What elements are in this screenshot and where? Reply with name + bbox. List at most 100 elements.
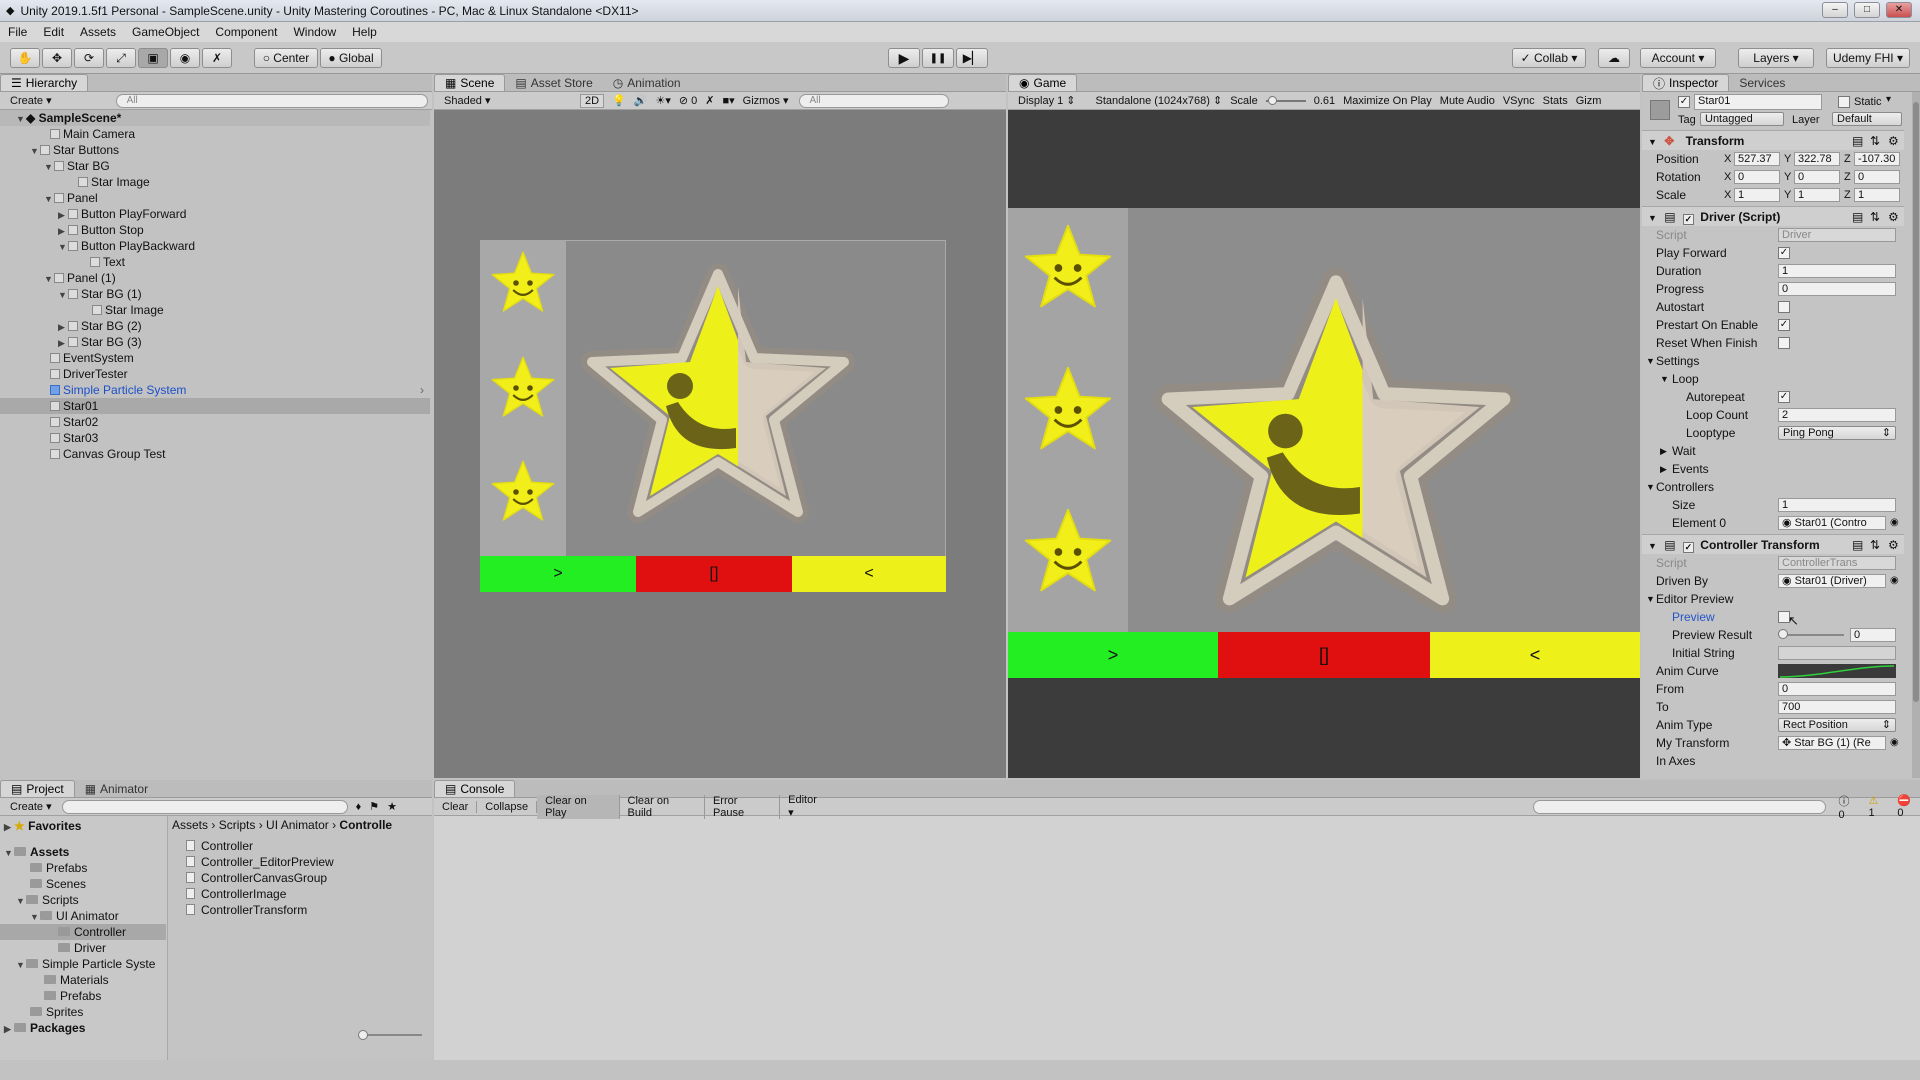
pivot-global-button[interactable]: ● Global [320, 48, 382, 68]
hierarchy-item[interactable]: Star03 [0, 430, 430, 446]
stop-button[interactable]: [] [1218, 632, 1430, 678]
slider-thumb[interactable] [358, 1030, 368, 1040]
rect-tool-icon[interactable]: ▣ [138, 48, 168, 68]
tab-animation[interactable]: ◷ Animation [603, 74, 691, 91]
script-file[interactable]: ControllerCanvasGroup [186, 870, 327, 886]
console-clear-on-play-toggle[interactable]: Clear on Play [537, 794, 620, 819]
gizmos-dropdown[interactable]: Gizmos ▾ [743, 94, 789, 107]
play-backward-button[interactable]: < [1430, 632, 1640, 678]
tab-hierarchy[interactable]: ☰ Hierarchy [0, 74, 89, 91]
tab-asset-store[interactable]: ▤ Asset Store [505, 74, 602, 91]
gear-icon[interactable]: ⚙ [1888, 131, 1899, 151]
rotation-y-field[interactable]: 0 [1794, 170, 1840, 184]
project-tree-item[interactable]: ▼ Scripts [16, 892, 79, 908]
stats-toggle[interactable]: Stats [1543, 95, 1568, 107]
minimize-button[interactable]: – [1822, 2, 1848, 18]
project-tree-item[interactable]: Sprites [30, 1004, 83, 1020]
project-create-dropdown[interactable]: Create ▾ [10, 800, 52, 813]
hierarchy-item[interactable]: ▼ Star Buttons [0, 142, 430, 158]
light-icon[interactable]: 💡 [612, 94, 626, 107]
script-file[interactable]: Controller_EditorPreview [186, 854, 334, 870]
autostart-checkbox[interactable] [1778, 301, 1790, 313]
size-field[interactable]: 1 [1778, 498, 1896, 512]
position-z-field[interactable]: -107.30 [1854, 152, 1900, 166]
transform-header[interactable]: ▼ ✥ Transform ▤ ⇅ ⚙ [1642, 130, 1904, 150]
error-count-toggle[interactable]: ⛔ 0 [1897, 794, 1920, 819]
static-dropdown-icon[interactable]: ▾ [1886, 94, 1891, 105]
help-icon[interactable]: ▤ [1852, 535, 1863, 555]
autorepeat-checkbox[interactable]: ✓ [1778, 391, 1790, 403]
play-backward-button[interactable]: < [792, 556, 946, 592]
slider-thumb[interactable] [1267, 95, 1277, 105]
project-tree-item[interactable]: Prefabs [44, 988, 101, 1004]
console-error-pause-toggle[interactable]: Error Pause [705, 794, 781, 819]
tab-services[interactable]: Services [1729, 74, 1795, 91]
console-clear-on-build-toggle[interactable]: Clear on Build [620, 794, 705, 819]
console-search-input[interactable] [1533, 799, 1827, 814]
effects-icon[interactable]: ☀▾ [655, 94, 670, 107]
rotation-x-field[interactable]: 0 [1734, 170, 1780, 184]
breadcrumb-controller[interactable]: Controlle [339, 818, 392, 832]
hierarchy-item[interactable]: ▼ Star BG [0, 158, 430, 174]
slider-thumb[interactable] [1778, 629, 1788, 639]
scene-viewport[interactable]: > [] < [434, 110, 1006, 778]
gear-icon[interactable]: ⚙ [1888, 535, 1899, 555]
project-tree-item-selected[interactable]: Controller [0, 924, 166, 940]
play-forward-button[interactable]: > [1008, 632, 1218, 678]
tab-scene[interactable]: ▦ Scene [434, 74, 506, 91]
my-transform-field[interactable]: ✥ Star BG (1) (Re [1778, 736, 1886, 750]
shading-dropdown[interactable]: Shaded ▾ [444, 94, 564, 107]
project-tree-item[interactable]: ▼ Simple Particle Syste [16, 956, 155, 972]
duration-field[interactable]: 1 [1778, 264, 1896, 278]
gizmos-toggle[interactable]: Gizm [1576, 95, 1602, 107]
inspector-scrollbar[interactable] [1912, 92, 1920, 778]
help-icon[interactable]: ▤ [1852, 131, 1863, 151]
scrollbar-thumb[interactable] [1913, 102, 1919, 702]
preset-icon[interactable]: ⇅ [1870, 207, 1880, 227]
hierarchy-item[interactable]: ▶ Star BG (3) [0, 334, 430, 350]
settings-foldout[interactable]: ▼ Settings [1642, 352, 1904, 370]
account-dropdown[interactable]: Account ▾ [1640, 48, 1716, 68]
tag-dropdown[interactable]: Untagged [1700, 112, 1784, 126]
driven-by-field[interactable]: ◉ Star01 (Driver) [1778, 574, 1886, 588]
hidden-objects-icon[interactable]: ⊘ 0 [679, 94, 697, 107]
scene-search-input[interactable]: All [798, 93, 949, 108]
layout-dropdown[interactable]: Udemy FHI ▾ [1826, 48, 1910, 68]
position-y-field[interactable]: 322.78 [1794, 152, 1840, 166]
warning-count-toggle[interactable]: ⚠ 1 [1868, 794, 1887, 819]
preset-icon[interactable]: ⇅ [1870, 131, 1880, 151]
camera-icon[interactable]: ■▾ [722, 94, 734, 107]
info-count-toggle[interactable]: ⓘ 0 [1838, 793, 1858, 821]
driver-enabled-checkbox[interactable]: ✓ [1682, 214, 1694, 225]
console-editor-dropdown[interactable]: Editor ▾ [780, 794, 833, 819]
hierarchy-search-input[interactable]: All [115, 93, 428, 108]
console-clear-button[interactable]: Clear [434, 800, 478, 813]
static-checkbox[interactable] [1838, 96, 1850, 108]
hierarchy-item[interactable]: DriverTester [0, 366, 430, 382]
anim-type-dropdown[interactable]: Rect Position ⇕ [1778, 718, 1896, 732]
controllers-foldout[interactable]: ▼ Controllers [1642, 478, 1904, 496]
hierarchy-item[interactable]: ▼ Panel [0, 190, 430, 206]
filter-label-icon[interactable]: ⚑ [369, 800, 379, 813]
breadcrumb-scripts[interactable]: Scripts [219, 818, 256, 832]
cloud-icon[interactable]: ☁ [1598, 48, 1630, 68]
driver-script-header[interactable]: ▼ ▤ ✓ Driver (Script) ▤ ⇅ ⚙ [1642, 206, 1904, 226]
scale-slider[interactable] [1265, 95, 1306, 105]
reset-checkbox[interactable] [1778, 337, 1790, 349]
editor-preview-foldout[interactable]: ▼ Editor Preview [1642, 590, 1904, 608]
custom-tool-icon[interactable]: ✗ [202, 48, 232, 68]
hierarchy-item[interactable]: Main Camera [0, 126, 430, 142]
stop-button[interactable]: [] [636, 556, 792, 592]
hierarchy-item[interactable]: ▶ Button PlayForward [0, 206, 430, 222]
scale-y-field[interactable]: 1 [1794, 188, 1840, 202]
hierarchy-item-selected[interactable]: Star01 [0, 398, 430, 414]
mode-2d-toggle[interactable]: 2D [580, 93, 605, 108]
project-tree-item[interactable]: Driver [58, 940, 106, 956]
menu-gameobject[interactable]: GameObject [124, 25, 207, 39]
wait-foldout[interactable]: ▶ Wait [1642, 442, 1904, 460]
object-picker-icon[interactable]: ◉ [1890, 514, 1899, 532]
collab-button[interactable]: ✓ Collab ▾ [1512, 48, 1586, 68]
play-forward-button[interactable]: > [480, 556, 636, 592]
hierarchy-item[interactable]: ▶ Star BG (2) [0, 318, 430, 334]
project-tree-item[interactable]: Scenes [30, 876, 86, 892]
